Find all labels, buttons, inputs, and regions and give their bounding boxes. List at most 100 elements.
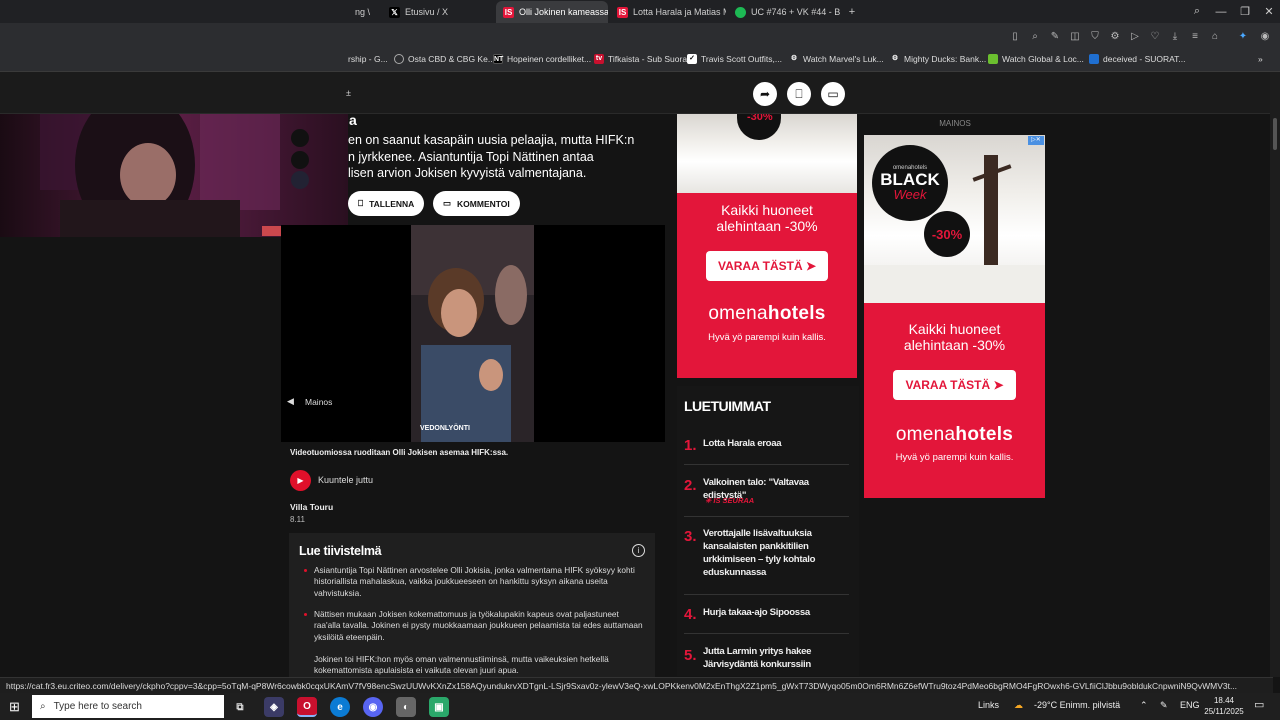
ad-headline: Kaikki huoneet <box>908 321 1001 337</box>
info-icon[interactable]: i <box>632 544 645 557</box>
ad-label: MAINOS <box>939 119 971 128</box>
speaker-icon[interactable]: ◀ <box>287 396 294 407</box>
settings-icon[interactable]: ⚙ <box>1108 29 1122 43</box>
bookmark-item[interactable]: ⚙ Watch Marvel's Luk... <box>789 54 884 64</box>
bookmark-item[interactable]: rship - G... <box>348 54 388 64</box>
clock[interactable]: 18.44 25/11/2025 <box>1203 695 1245 717</box>
bookmark-item[interactable]: ✓ Travis Scott Outfits,... <box>687 54 782 64</box>
scrollbar-thumb[interactable] <box>1273 118 1277 150</box>
play-icon[interactable]: ▷ <box>1128 29 1142 43</box>
ad-slogan: Hyvä yö parempi kuin kallis. <box>708 332 826 343</box>
article-title-fragment: a <box>349 112 357 128</box>
bookmark-item[interactable]: ⚙ Mighty Ducks: Bank... <box>890 54 986 64</box>
profile-icon[interactable]: ◉ <box>1258 29 1272 43</box>
app-icon[interactable]: ▣ <box>429 697 449 717</box>
notifications-icon[interactable]: ▭ <box>1254 698 1264 711</box>
zoom-icon[interactable]: ⌕ <box>1028 29 1042 43</box>
comment-button[interactable]: ▭ <box>821 82 845 106</box>
windows-start-icon[interactable]: ⊞ <box>9 699 20 715</box>
search-tabs-icon[interactable]: ⌕ <box>1185 0 1209 23</box>
edge-icon[interactable]: e <box>330 697 350 717</box>
tab-label: UC #746 + VK #44 - Bi <box>751 7 840 17</box>
left-gutter <box>0 237 281 677</box>
ad-cta-button[interactable]: VARAA TÄSTÄ ➤ <box>893 370 1016 400</box>
tab-label: Lotta Harala ja Matias My <box>633 7 726 17</box>
author-name[interactable]: Villa Touru <box>290 502 333 512</box>
menu-icon[interactable]: ≡ <box>1188 29 1202 43</box>
summary-title: Lue tiivistelmä <box>299 544 382 558</box>
more-bookmarks-icon[interactable]: » <box>1258 54 1263 64</box>
bookmark-button[interactable]: ⎕ <box>787 82 811 106</box>
bookmark-item[interactable]: Watch Global & Loc... <box>988 54 1084 64</box>
comment-button[interactable]: ▭ KOMMENTOI <box>433 191 520 216</box>
ad-brand: omenahotels <box>677 303 857 325</box>
bookmark-item[interactable]: NT Hopeinen cordelliket... <box>493 54 591 64</box>
bookmark-label: Mighty Ducks: Bank... <box>904 54 987 64</box>
lead-line: en on saanut kasapäin uusia pelaajia, mu… <box>348 133 635 147</box>
opera-icon[interactable]: O <box>297 697 317 717</box>
status-url: https://cat.fr3.eu.criteo.com/delivery/c… <box>0 677 1273 693</box>
brand-part: hotels <box>955 424 1014 445</box>
discount-badge: -30% <box>924 211 970 257</box>
hotel-ad-1[interactable]: -30% Kaikki huoneet alehintaan -30% VARA… <box>677 114 857 378</box>
screenshot-icon[interactable]: ◫ <box>1068 29 1082 43</box>
language-indicator[interactable]: ENG <box>1180 700 1200 710</box>
taskbar-search[interactable]: ⌕ Type here to search <box>32 695 224 718</box>
adchoices-icon[interactable]: ▷✕ <box>1028 136 1044 145</box>
summary-item: Asiantuntija Topi Nättinen arvostelee Ol… <box>304 565 644 599</box>
most-read-link[interactable]: Lotta Harala eroaa <box>703 437 851 450</box>
is-logo-icon: IS <box>503 6 514 18</box>
video-frame[interactable] <box>411 225 534 442</box>
share-button[interactable]: ➦ <box>753 82 777 106</box>
hotel-ad-2[interactable]: omenahotels BLACK Week -30% ▷✕ Kaikki hu… <box>864 135 1045 498</box>
bookmarks-bar: rship - G... Osta CBD & CBG Ke... NT Hope… <box>0 48 1280 72</box>
most-read-link[interactable]: Jutta Larmin yritys hakee Järvisydäntä k… <box>703 645 813 675</box>
lock-icon[interactable]: ⌂ <box>1208 29 1222 43</box>
app-icon[interactable]: ◈ <box>264 697 284 717</box>
bookmark-icon: ⎕ <box>795 86 803 101</box>
extension-icon[interactable]: ✦ <box>1236 29 1250 43</box>
most-read-link[interactable]: Verottajalle lisävaltuuksia kansalaisten… <box>703 527 821 579</box>
browser-tab-bar: ng \ 𝕏 Etusivu / X IS Olli Jokinen kamea… <box>0 0 1280 23</box>
heart-icon[interactable]: ♡ <box>1148 29 1162 43</box>
links-toolbar[interactable]: Links <box>978 700 999 710</box>
summary-item: Nättisen mukaan Jokisen kokemattomuus ja… <box>304 609 643 642</box>
new-tab-icon[interactable]: + <box>840 0 864 23</box>
download-icon[interactable]: ⤓ <box>1168 29 1182 43</box>
tab-partial[interactable]: ng \ <box>348 1 378 23</box>
minimize-icon[interactable]: — <box>1209 0 1233 23</box>
tab-label: Olli Jokinen kameassa lui <box>519 7 608 17</box>
close-icon[interactable]: ✕ <box>1257 0 1280 23</box>
task-view-icon[interactable]: ⧉ <box>230 697 250 717</box>
listen-label[interactable]: Kuuntele juttu <box>318 475 373 485</box>
clock-time: 18.44 <box>1213 696 1235 705</box>
most-read-link[interactable]: Hurja takaa-ajo Sipoossa <box>703 606 851 619</box>
comment-icon: ▭ <box>443 198 452 208</box>
pen-icon[interactable]: ✎ <box>1160 700 1168 711</box>
bookmark-item[interactable]: Osta CBD & CBG Ke... <box>394 54 495 64</box>
header-fragment: ± <box>346 88 351 98</box>
shield-icon[interactable]: ⛉ <box>1088 29 1102 43</box>
tab-spotify[interactable]: UC #746 + VK #44 - Bi <box>728 1 840 23</box>
bookmark-item[interactable]: tv Tifkaista - Sub Suora <box>594 54 687 64</box>
bookmark-label: Osta CBD & CBG Ke... <box>408 54 495 64</box>
tray-chevron-icon[interactable]: ⌃ <box>1140 700 1148 711</box>
page-scrollbar[interactable] <box>1270 72 1280 677</box>
weather-text[interactable]: -29°C Enimm. pilvistä <box>1034 700 1120 710</box>
edit-icon[interactable]: ✎ <box>1048 29 1062 43</box>
restore-icon[interactable]: ❐ <box>1233 0 1257 23</box>
steam-icon[interactable]: ◐ <box>396 697 416 717</box>
tag-label: IS SEURAA <box>713 496 755 505</box>
save-button[interactable]: ⎕ TALLENNA <box>348 191 425 216</box>
window-icon <box>1089 54 1099 64</box>
reader-icon[interactable]: ▯ <box>1008 29 1022 43</box>
ad-cta-button[interactable]: VARAA TÄSTÄ ➤ <box>705 251 829 281</box>
tab-etusivu[interactable]: 𝕏 Etusivu / X <box>382 1 492 23</box>
listen-button[interactable]: ▶ <box>290 470 311 491</box>
tab-lotta-harala[interactable]: IS Lotta Harala ja Matias My <box>610 1 726 23</box>
discord-icon[interactable]: ◉ <box>363 697 383 717</box>
tab-olli-jokinen[interactable]: IS Olli Jokinen kameassa lui <box>496 1 608 23</box>
bookmark-item[interactable]: deceived - SUORAT... <box>1089 54 1186 64</box>
ad-slogan: Hyvä yö parempi kuin kallis. <box>895 452 1014 463</box>
save-label: TALLENNA <box>369 198 415 209</box>
